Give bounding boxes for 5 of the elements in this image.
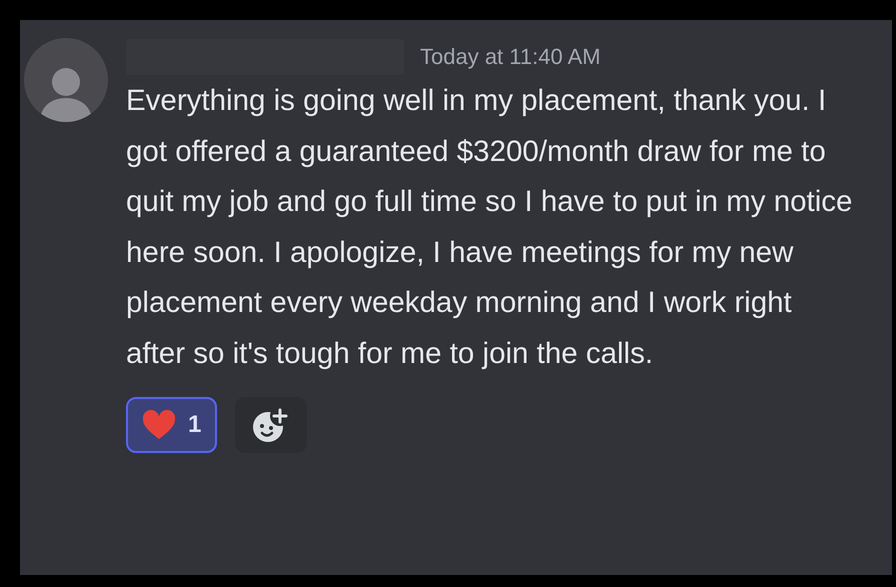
message-text: Everything is going well in my placement, thank you. I got offered a guaranteed $3200/month draw for me to quit my job and go full time so I have to put in my notice here soon. I apologize, I have meetings for my new placement every weekday morning and I work right after so it's tough for me to join the calls. xyxy=(126,83,854,372)
add-reaction-button[interactable] xyxy=(235,397,308,453)
message-timestamp: Today at 11:40 AM xyxy=(420,44,601,70)
heart-icon xyxy=(142,410,176,440)
reaction-button[interactable]: 1 xyxy=(126,397,218,453)
